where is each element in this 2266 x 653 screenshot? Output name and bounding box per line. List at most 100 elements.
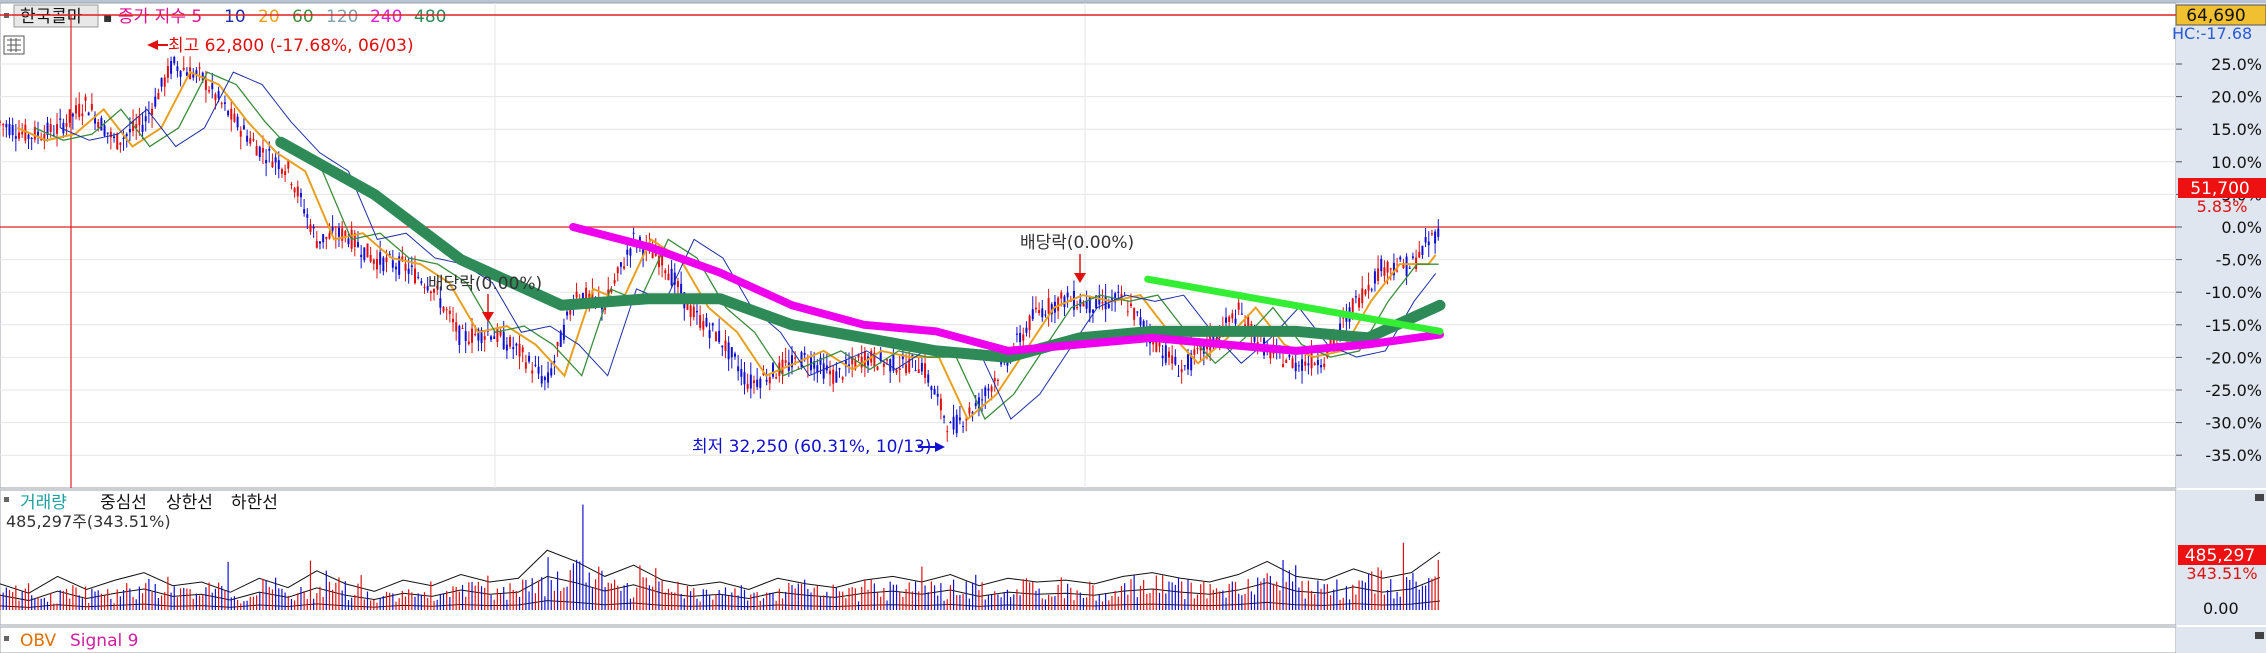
ma-period-label: 10 [224, 7, 246, 27]
candle-body [5, 123, 8, 128]
candle-body [746, 383, 749, 389]
candle-body [306, 214, 309, 218]
obv-panel [0, 626, 2177, 653]
candle-body [163, 77, 166, 87]
candle-body [1117, 291, 1120, 293]
candle-body [1377, 268, 1380, 281]
panel-collapse-icon[interactable] [2255, 632, 2264, 639]
volume-value: 485,297 [2185, 546, 2255, 566]
ma-period-label: 120 [326, 7, 358, 27]
candle-body [1171, 355, 1174, 364]
candle-body [515, 343, 518, 346]
candle-body [613, 280, 616, 284]
candle-body [442, 306, 445, 312]
volume-legend-upper: 상한선 [166, 493, 213, 513]
candle-body [369, 254, 372, 262]
candle-body [895, 369, 898, 373]
candle-body [1107, 304, 1110, 308]
candle-body [898, 368, 901, 370]
candle-body [714, 332, 717, 341]
candle-body [1291, 358, 1294, 369]
y-tick-label: -35.0% [2205, 446, 2262, 465]
candle-body [1411, 256, 1414, 258]
panel-collapse-icon[interactable] [2255, 494, 2264, 501]
candle-body [619, 262, 622, 267]
candle-body [18, 132, 21, 139]
candle-body [30, 137, 33, 139]
candle-body [1427, 241, 1430, 246]
candle-body [404, 263, 407, 271]
candle-body [537, 366, 540, 374]
candle-body [768, 377, 771, 384]
candle-body [236, 116, 239, 128]
candle-body [328, 233, 331, 239]
candle-body [141, 124, 144, 132]
candle-body [765, 379, 768, 382]
candle-body [562, 324, 565, 340]
candle-body [347, 238, 350, 245]
candle-body [356, 242, 359, 247]
y-tick-label: 20.0% [2211, 88, 2262, 107]
candle-body [81, 113, 84, 117]
volume-zero-tick: 0.00 [2203, 599, 2239, 618]
candle-body [1351, 298, 1354, 314]
candle-body [227, 110, 230, 116]
candle-body [379, 252, 382, 265]
candle-body [771, 363, 774, 377]
candle-body [280, 169, 283, 174]
candle-body [695, 310, 698, 313]
candle-body [2, 123, 5, 126]
y-tick-label: -15.0% [2205, 316, 2262, 335]
candle-body [496, 327, 499, 342]
candle-body [344, 231, 347, 237]
candle-body [471, 328, 474, 343]
candle-body [1057, 297, 1060, 311]
candle-body [1418, 251, 1421, 258]
candle-body [876, 366, 879, 371]
candle-body [458, 325, 461, 345]
ma-period-label: 240 [370, 7, 402, 27]
candle-body [249, 138, 252, 144]
candle-body [100, 117, 103, 131]
dividend-label-2: 배당락(0.00%) [1020, 233, 1134, 253]
candle-body [1396, 270, 1399, 272]
y-tick-label: 25.0% [2211, 55, 2262, 74]
candle-body [296, 186, 299, 197]
candle-body [521, 347, 524, 353]
obv-y-axis [2176, 627, 2266, 653]
candle-body [781, 359, 784, 375]
candle-body [629, 248, 632, 256]
candle-body [505, 344, 508, 351]
candle-body [502, 331, 505, 350]
candle-body [1133, 307, 1136, 320]
candle-body [151, 108, 154, 116]
candle-body [1231, 313, 1234, 319]
candle-body [59, 118, 62, 120]
candle-body [512, 347, 515, 350]
candle-body [78, 103, 81, 117]
candle-body [1237, 302, 1240, 310]
candle-body [1076, 306, 1079, 309]
candle-body [531, 370, 534, 374]
candle-body [217, 91, 220, 98]
y-tick-label: -25.0% [2205, 381, 2262, 400]
candle-body [1015, 333, 1018, 335]
candle-body [284, 171, 287, 176]
candle-body [1361, 288, 1364, 304]
candle-body [692, 306, 695, 318]
candle-body [1155, 341, 1158, 352]
high-annotation: 최고 62,800 (-17.68%, 06/03) [168, 36, 414, 56]
candle-body [493, 336, 496, 339]
candle-body [1183, 365, 1186, 367]
candle-body [417, 276, 420, 278]
candle-body [452, 318, 455, 323]
candle-body [166, 66, 169, 78]
candle-body [1031, 309, 1034, 320]
candle-body [575, 291, 578, 298]
candle-body [1364, 290, 1367, 295]
candle-body [993, 377, 996, 382]
candle-body [955, 414, 958, 434]
ma-period-label: 60 [292, 7, 314, 27]
candle-body [239, 130, 242, 137]
dividend-label-1: 배당락(0.00%) [428, 274, 542, 294]
